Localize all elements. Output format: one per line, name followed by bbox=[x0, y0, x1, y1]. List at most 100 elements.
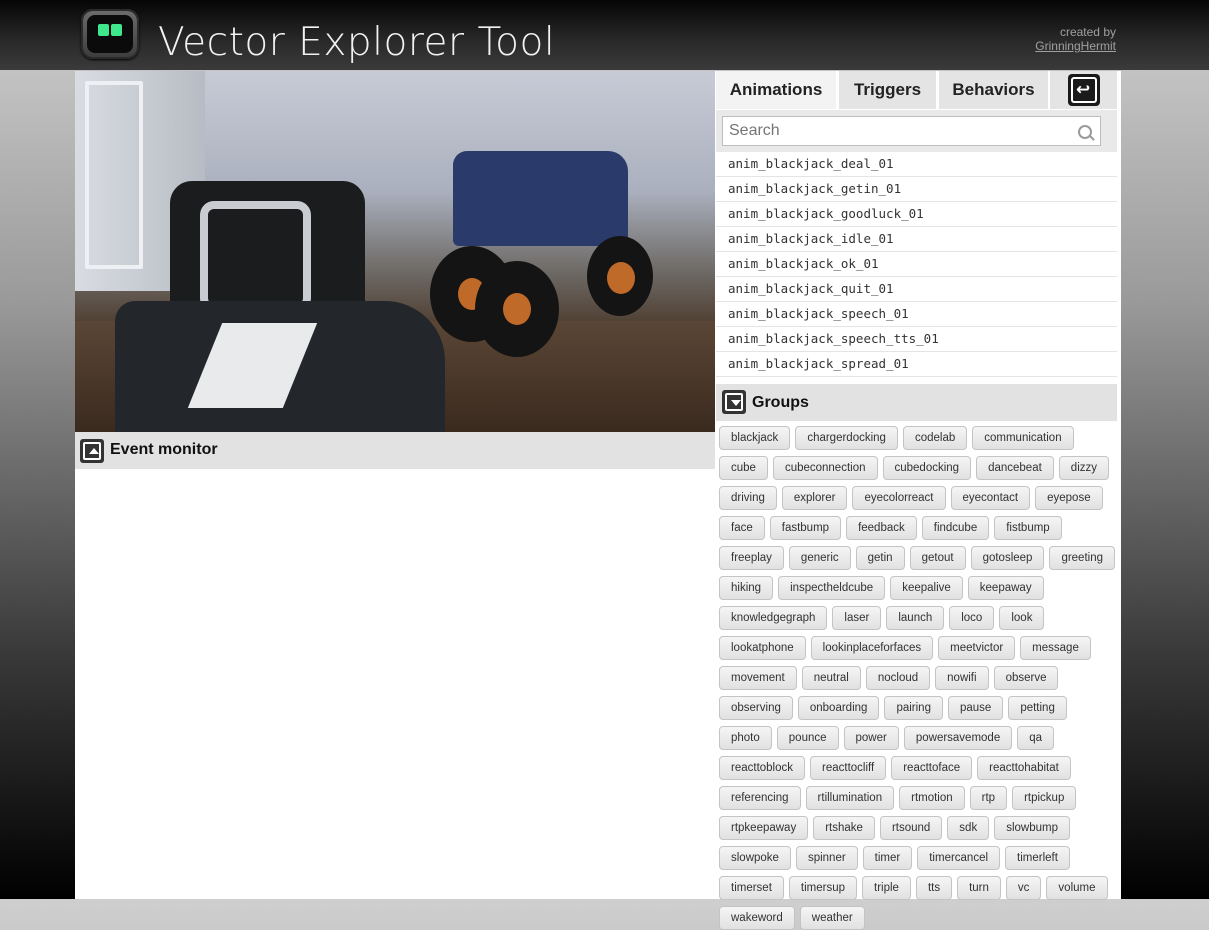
group-chip[interactable]: look bbox=[999, 606, 1045, 630]
group-chip[interactable]: nowifi bbox=[935, 666, 989, 690]
group-chip[interactable]: rtsound bbox=[879, 816, 943, 840]
group-chip[interactable]: triple bbox=[862, 876, 911, 900]
group-chip[interactable]: reacttocliff bbox=[810, 756, 887, 780]
group-chip[interactable]: eyecolorreact bbox=[852, 486, 946, 510]
group-chip[interactable]: neutral bbox=[801, 666, 861, 690]
group-chip[interactable]: greeting bbox=[1049, 546, 1115, 570]
group-chip[interactable]: tts bbox=[915, 876, 953, 900]
group-chip[interactable]: dizzy bbox=[1058, 456, 1109, 480]
group-chip[interactable]: slowpoke bbox=[719, 846, 791, 870]
group-chip[interactable]: cubeconnection bbox=[772, 456, 878, 480]
group-chip[interactable]: cubedocking bbox=[882, 456, 972, 480]
group-chip[interactable]: reacttoface bbox=[891, 756, 973, 780]
group-chip[interactable]: lookatphone bbox=[719, 636, 806, 660]
animation-list-item[interactable]: anim_blackjack_speech_01 bbox=[716, 302, 1117, 327]
group-chip[interactable]: driving bbox=[719, 486, 777, 510]
group-chip[interactable]: getout bbox=[909, 546, 966, 570]
group-chip[interactable]: rtp bbox=[969, 786, 1008, 810]
group-chip[interactable]: getin bbox=[855, 546, 905, 570]
group-chip[interactable]: spinner bbox=[795, 846, 858, 870]
animation-list-item[interactable]: anim_blackjack_spread_01 bbox=[716, 352, 1117, 377]
group-chip[interactable]: observing bbox=[719, 696, 793, 720]
group-chip[interactable]: reacttoblock bbox=[719, 756, 806, 780]
group-chip[interactable]: wakeword bbox=[719, 906, 795, 930]
group-chip[interactable]: weather bbox=[799, 906, 865, 930]
group-chip[interactable]: eyecontact bbox=[950, 486, 1031, 510]
group-chip[interactable]: dancebeat bbox=[976, 456, 1054, 480]
animation-list-item[interactable]: anim_blackjack_goodluck_01 bbox=[716, 202, 1117, 227]
tab-animations[interactable]: Animations bbox=[716, 71, 836, 109]
group-chip[interactable]: movement bbox=[719, 666, 797, 690]
main-content: Event monitor Animations Triggers Behavi… bbox=[75, 71, 1121, 930]
group-chip[interactable]: keepaway bbox=[967, 576, 1044, 600]
group-chip[interactable]: explorer bbox=[781, 486, 848, 510]
group-chip[interactable]: gotosleep bbox=[970, 546, 1045, 570]
group-chip[interactable]: chargerdocking bbox=[795, 426, 898, 450]
group-chip[interactable]: slowbump bbox=[994, 816, 1070, 840]
animation-list-item[interactable]: anim_blackjack_idle_01 bbox=[716, 227, 1117, 252]
group-chip[interactable]: generic bbox=[788, 546, 851, 570]
group-chip[interactable]: photo bbox=[719, 726, 772, 750]
tab-behaviors[interactable]: Behaviors bbox=[939, 71, 1048, 109]
group-chip[interactable]: petting bbox=[1008, 696, 1067, 720]
author-link[interactable]: GrinningHermit bbox=[1035, 39, 1116, 53]
group-chip[interactable]: eyepose bbox=[1035, 486, 1103, 510]
group-chip[interactable]: rtshake bbox=[813, 816, 875, 840]
group-chip[interactable]: laser bbox=[832, 606, 882, 630]
group-chip[interactable]: volume bbox=[1046, 876, 1108, 900]
group-chip[interactable]: timerleft bbox=[1005, 846, 1070, 870]
group-chip[interactable]: findcube bbox=[921, 516, 990, 540]
group-chip[interactable]: fastbump bbox=[769, 516, 842, 540]
group-chip[interactable]: freeplay bbox=[719, 546, 784, 570]
back-button[interactable]: ↩ bbox=[1050, 71, 1117, 109]
animation-list-item[interactable]: anim_blackjack_speech_tts_01 bbox=[716, 327, 1117, 352]
group-chip[interactable]: blackjack bbox=[719, 426, 791, 450]
group-chip[interactable]: rtillumination bbox=[805, 786, 895, 810]
group-chip[interactable]: pounce bbox=[776, 726, 839, 750]
group-chip[interactable]: codelab bbox=[902, 426, 968, 450]
search-icon[interactable] bbox=[1078, 125, 1092, 139]
tab-triggers[interactable]: Triggers bbox=[839, 71, 936, 109]
group-chip[interactable]: powersavemode bbox=[903, 726, 1013, 750]
animation-list-item[interactable]: anim_blackjack_getin_01 bbox=[716, 177, 1117, 202]
animation-list-item[interactable]: anim_blackjack_quit_01 bbox=[716, 277, 1117, 302]
search-input[interactable] bbox=[722, 116, 1101, 146]
group-chip[interactable]: face bbox=[719, 516, 765, 540]
animation-list-item[interactable]: anim_blackjack_ok_01 bbox=[716, 252, 1117, 277]
group-chip[interactable]: sdk bbox=[947, 816, 990, 840]
group-chip[interactable]: timerset bbox=[719, 876, 784, 900]
group-chip[interactable]: rtmotion bbox=[899, 786, 965, 810]
group-chip[interactable]: message bbox=[1020, 636, 1091, 660]
group-chip[interactable]: communication bbox=[972, 426, 1074, 450]
group-chip[interactable]: hiking bbox=[719, 576, 774, 600]
group-chip[interactable]: fistbump bbox=[994, 516, 1062, 540]
group-chip[interactable]: vc bbox=[1005, 876, 1042, 900]
group-chip[interactable]: timersup bbox=[788, 876, 858, 900]
group-chip[interactable]: pause bbox=[947, 696, 1004, 720]
group-chip[interactable]: lookinplaceforfaces bbox=[810, 636, 934, 660]
group-chip[interactable]: rtpkeepaway bbox=[719, 816, 809, 840]
group-chip[interactable]: observe bbox=[993, 666, 1059, 690]
group-chip[interactable]: referencing bbox=[719, 786, 801, 810]
groups-toggle-button[interactable] bbox=[722, 390, 746, 414]
group-chip[interactable]: loco bbox=[949, 606, 995, 630]
group-chip[interactable]: qa bbox=[1017, 726, 1055, 750]
group-chip[interactable]: reacttohabitat bbox=[977, 756, 1071, 780]
group-chip[interactable]: timer bbox=[862, 846, 913, 870]
group-chip[interactable]: pairing bbox=[884, 696, 943, 720]
group-chip[interactable]: turn bbox=[957, 876, 1001, 900]
group-chip[interactable]: launch bbox=[886, 606, 945, 630]
group-chip[interactable]: onboarding bbox=[797, 696, 880, 720]
animation-list-item[interactable]: anim_blackjack_deal_01 bbox=[716, 152, 1117, 177]
group-chip[interactable]: rtpickup bbox=[1012, 786, 1077, 810]
group-chip[interactable]: inspectheldcube bbox=[778, 576, 886, 600]
group-chip[interactable]: timercancel bbox=[917, 846, 1001, 870]
group-chip[interactable]: knowledgegraph bbox=[719, 606, 828, 630]
event-monitor-toggle-button[interactable] bbox=[80, 439, 104, 463]
group-chip[interactable]: keepalive bbox=[890, 576, 963, 600]
group-chip[interactable]: cube bbox=[719, 456, 768, 480]
group-chip[interactable]: nocloud bbox=[865, 666, 931, 690]
group-chip[interactable]: meetvictor bbox=[938, 636, 1016, 660]
group-chip[interactable]: feedback bbox=[846, 516, 917, 540]
group-chip[interactable]: power bbox=[843, 726, 899, 750]
